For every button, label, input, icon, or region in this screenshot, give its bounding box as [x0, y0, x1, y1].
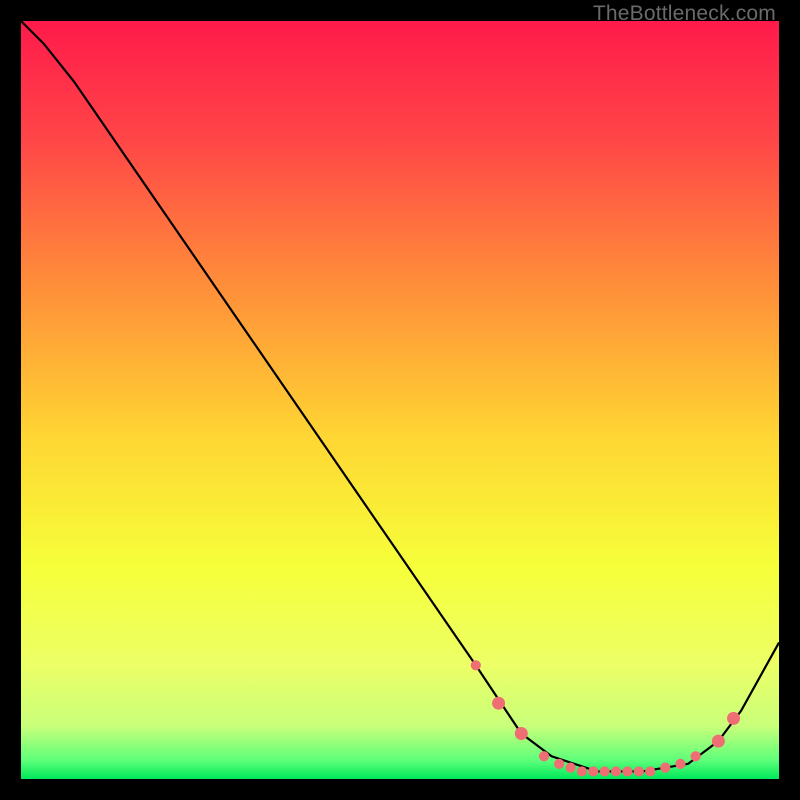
marker-dot: [675, 759, 685, 769]
marker-dot: [539, 751, 549, 761]
marker-dot: [565, 763, 575, 773]
marker-dot: [588, 766, 598, 776]
watermark-text: TheBottleneck.com: [593, 2, 776, 26]
chart-stage: TheBottleneck.com: [0, 0, 800, 800]
marker-dot: [554, 759, 564, 769]
marker-dot: [712, 735, 725, 748]
marker-dot: [622, 766, 632, 776]
chart-overlay: [21, 21, 779, 779]
marker-dot: [727, 712, 740, 725]
marker-dot: [600, 766, 610, 776]
marker-dot: [645, 766, 655, 776]
marker-dot: [515, 727, 528, 740]
marker-dot: [634, 766, 644, 776]
marker-dot: [660, 763, 670, 773]
marker-dot: [691, 751, 701, 761]
marker-dot: [471, 660, 481, 670]
plot-area: [21, 21, 779, 779]
marker-dot: [577, 766, 587, 776]
marker-dot: [611, 766, 621, 776]
bottleneck-curve: [21, 21, 779, 771]
marker-dot: [492, 697, 505, 710]
